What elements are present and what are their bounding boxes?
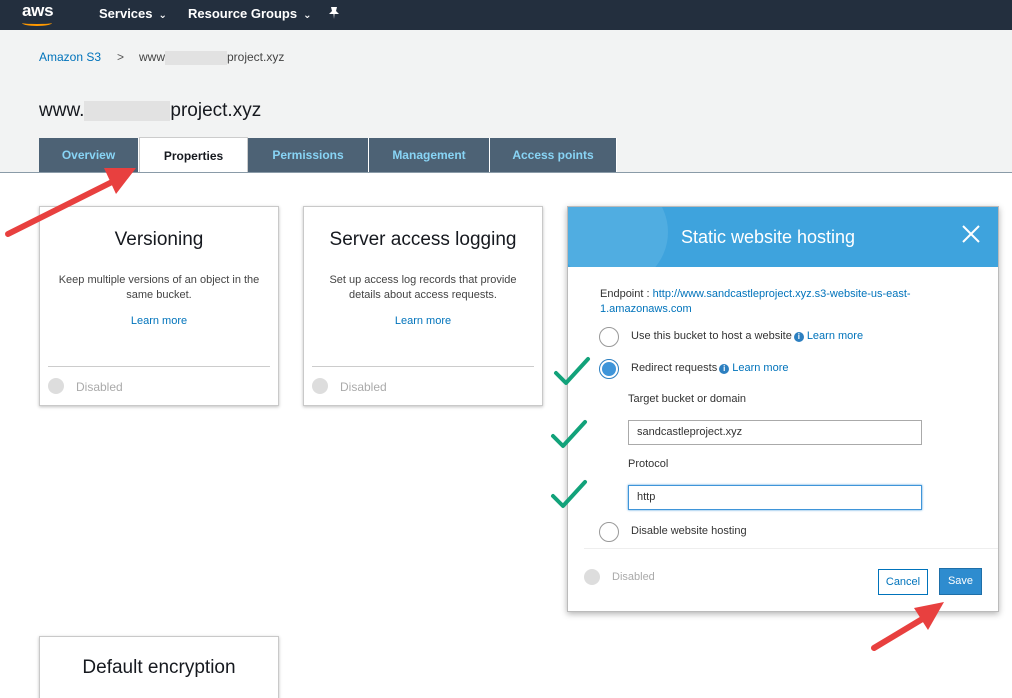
breadcrumb-amazon-s3[interactable]: Amazon S3 bbox=[39, 50, 101, 64]
target-bucket-input[interactable]: sandcastleproject.xyz bbox=[628, 420, 922, 445]
page-title: www. project.xyz bbox=[39, 100, 261, 122]
radio-host-website[interactable] bbox=[599, 327, 619, 347]
breadcrumb-current-suffix: project.xyz bbox=[227, 50, 285, 64]
services-label: Services bbox=[99, 6, 153, 21]
tab-management[interactable]: Management bbox=[369, 138, 490, 172]
learn-more-link[interactable]: Learn more bbox=[40, 315, 278, 327]
protocol-input[interactable]: http bbox=[628, 485, 922, 510]
status-text: Disabled bbox=[76, 380, 123, 394]
card-divider bbox=[48, 366, 270, 367]
breadcrumb-current: www project.xyz bbox=[139, 50, 284, 65]
breadcrumb-separator: > bbox=[117, 50, 125, 64]
option-host-label: Use this bucket to host a website bbox=[631, 330, 792, 342]
checkmark-annotation-icon bbox=[551, 480, 587, 508]
option-redirect-requests: Redirect requests i Learn more bbox=[631, 362, 788, 374]
resource-groups-label: Resource Groups bbox=[188, 6, 298, 21]
chevron-down-icon: ⌄ bbox=[303, 10, 312, 21]
radio-redirect-requests[interactable] bbox=[599, 359, 619, 379]
tab-permissions[interactable]: Permissions bbox=[248, 138, 369, 172]
aws-logo-smile-icon bbox=[22, 20, 52, 26]
option-disable-hosting: Disable website hosting bbox=[631, 525, 747, 537]
cancel-button[interactable]: Cancel bbox=[878, 569, 928, 595]
card-title: Default encryption bbox=[82, 657, 236, 678]
protocol-label: Protocol bbox=[628, 458, 669, 470]
pin-icon[interactable] bbox=[328, 6, 340, 20]
status-text: Disabled bbox=[612, 571, 655, 583]
server-access-logging-card[interactable]: Server access logging Set up access log … bbox=[303, 206, 543, 406]
arrow-annotation-icon bbox=[871, 602, 944, 651]
top-navigation-bar: aws Services ⌄ Resource Groups ⌄ bbox=[0, 0, 1012, 30]
option-host-website: Use this bucket to host a website i Learn … bbox=[631, 330, 863, 342]
redacted-block bbox=[165, 50, 227, 65]
radio-disable-hosting[interactable] bbox=[599, 522, 619, 542]
static-website-hosting-panel: Static website hosting Endpoint : http:/… bbox=[567, 206, 999, 612]
card-title: Server access logging bbox=[329, 229, 517, 250]
info-icon[interactable]: i bbox=[793, 332, 804, 342]
close-icon[interactable] bbox=[958, 221, 984, 247]
target-bucket-label: Target bucket or domain bbox=[628, 393, 747, 405]
endpoint-label: Endpoint : bbox=[600, 288, 650, 300]
checkmark-annotation-icon bbox=[551, 420, 587, 448]
learn-more-link[interactable]: Learn more bbox=[732, 362, 788, 374]
resource-groups-menu[interactable]: Resource Groups ⌄ bbox=[188, 6, 311, 21]
aws-logo[interactable]: aws bbox=[22, 1, 54, 21]
page-title-suffix: project.xyz bbox=[170, 100, 262, 121]
breadcrumb-root-link[interactable]: Amazon S3 bbox=[39, 50, 101, 64]
checkmark-annotation-icon bbox=[554, 357, 590, 385]
redacted-block bbox=[84, 100, 171, 121]
panel-divider bbox=[584, 548, 998, 549]
tab-access-points[interactable]: Access points bbox=[490, 138, 617, 172]
services-menu[interactable]: Services ⌄ bbox=[99, 6, 167, 21]
save-button[interactable]: Save bbox=[939, 568, 982, 595]
breadcrumb-current-prefix: www bbox=[139, 50, 165, 64]
learn-more-link[interactable]: Learn more bbox=[807, 330, 863, 342]
info-icon[interactable]: i bbox=[719, 364, 730, 374]
status-text: Disabled bbox=[340, 380, 387, 394]
status-dot-icon bbox=[48, 378, 64, 394]
panel-header: Static website hosting bbox=[568, 207, 998, 267]
default-encryption-card[interactable]: Default encryption bbox=[39, 636, 279, 698]
chevron-down-icon: ⌄ bbox=[158, 10, 167, 21]
arrow-annotation-icon bbox=[5, 168, 136, 237]
tab-properties[interactable]: Properties bbox=[139, 137, 248, 173]
page-title-prefix: www. bbox=[39, 100, 85, 121]
status-dot-icon bbox=[312, 378, 328, 394]
tab-underline bbox=[0, 172, 1012, 173]
endpoint-text: Endpoint : http://www.sandcastleproject.… bbox=[600, 287, 920, 317]
learn-more-link[interactable]: Learn more bbox=[304, 315, 542, 327]
card-divider bbox=[312, 366, 534, 367]
card-description: Set up access log records that provide d… bbox=[329, 274, 517, 301]
option-redirect-label: Redirect requests bbox=[631, 362, 718, 374]
panel-title: Static website hosting bbox=[680, 227, 856, 247]
card-description: Keep multiple versions of an object in t… bbox=[58, 274, 260, 301]
status-dot-icon bbox=[584, 569, 600, 585]
